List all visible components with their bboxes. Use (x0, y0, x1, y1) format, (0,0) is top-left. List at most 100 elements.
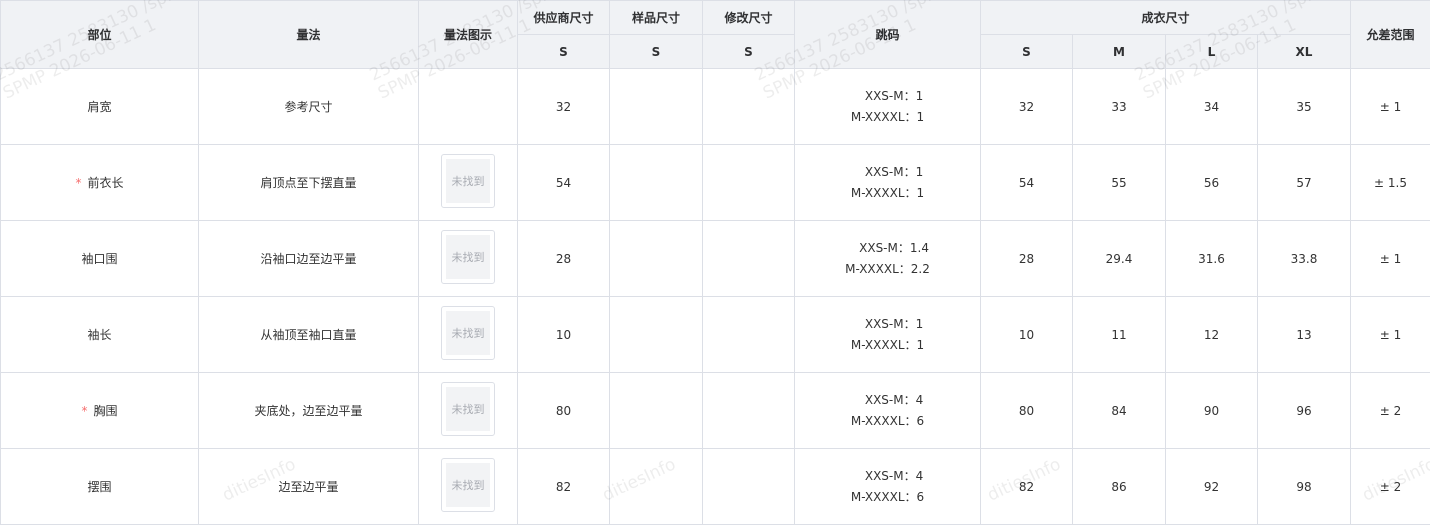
cell-modified-size (703, 145, 795, 221)
cell-size-xl: 96 (1258, 373, 1351, 449)
required-mark: * (81, 404, 87, 418)
cell-tolerance: ± 1 (1351, 221, 1430, 297)
col-diagram-header: 量法图示 (419, 1, 518, 69)
cell-size-xl: 98 (1258, 449, 1351, 525)
cell-tolerance: ± 1.5 (1351, 145, 1430, 221)
part-label: 前衣长 (87, 176, 123, 190)
cell-jump: XXS-M：4M-XXXXL：6 (795, 449, 981, 525)
table-row: 袖长从袖顶至袖口直量未找到10XXS-M：1M-XXXXL：110111213±… (1, 297, 1430, 373)
col-supplier-size-header: 供应商尺寸 (518, 1, 610, 35)
cell-diagram: 未找到 (419, 449, 518, 525)
jump-line-1: XXS-M：1 (851, 314, 924, 335)
table-row: 袖口围沿袖口边至边平量未找到28XXS-M：1.4M-XXXXL：2.22829… (1, 221, 1430, 297)
cell-tolerance: ± 1 (1351, 297, 1430, 373)
part-label: 胸围 (93, 404, 117, 418)
cell-size-m: 84 (1073, 373, 1166, 449)
cell-sample-size (610, 221, 703, 297)
garment-size-xl-header: XL (1258, 35, 1351, 69)
table-row: 肩宽参考尺寸32XXS-M：1M-XXXXL：132333435± 1 (1, 69, 1430, 145)
not-found-label: 未找到 (446, 387, 490, 431)
cell-diagram: 未找到 (419, 297, 518, 373)
cell-part: 肩宽 (1, 69, 199, 145)
cell-method: 夹底处，边至边平量 (199, 373, 419, 449)
cell-method: 边至边平量 (199, 449, 419, 525)
cell-supplier-size: 82 (518, 449, 610, 525)
table-row: *前衣长肩顶点至下摆直量未找到54XXS-M：1M-XXXXL：15455565… (1, 145, 1430, 221)
cell-method: 从袖顶至袖口直量 (199, 297, 419, 373)
cell-size-m: 29.4 (1073, 221, 1166, 297)
cell-size-s: 10 (981, 297, 1073, 373)
required-mark: * (75, 176, 81, 190)
jump-line-2: M-XXXXL：1 (851, 107, 924, 128)
cell-size-m: 55 (1073, 145, 1166, 221)
cell-diagram: 未找到 (419, 145, 518, 221)
cell-part: 袖口围 (1, 221, 199, 297)
cell-tolerance: ± 2 (1351, 449, 1430, 525)
diagram-thumbnail[interactable]: 未找到 (441, 230, 495, 284)
part-label: 摆围 (87, 480, 111, 494)
diagram-thumbnail[interactable]: 未找到 (441, 382, 495, 436)
col-modified-size-header: 修改尺寸 (703, 1, 795, 35)
cell-size-m: 86 (1073, 449, 1166, 525)
jump-line-1: XXS-M：1 (851, 86, 924, 107)
table-row: *胸围夹底处，边至边平量未找到80XXS-M：4M-XXXXL：68084909… (1, 373, 1430, 449)
cell-sample-size (610, 297, 703, 373)
cell-part: 袖长 (1, 297, 199, 373)
cell-size-xl: 57 (1258, 145, 1351, 221)
cell-size-m: 11 (1073, 297, 1166, 373)
diagram-thumbnail[interactable]: 未找到 (441, 306, 495, 360)
header-row-top: 部位 量法 量法图示 供应商尺寸 样品尺寸 修改尺寸 跳码 成衣尺寸 允差范围 (1, 1, 1430, 35)
jump-line-2: M-XXXXL：1 (851, 335, 924, 356)
cell-size-s: 80 (981, 373, 1073, 449)
cell-supplier-size: 28 (518, 221, 610, 297)
sample-size-s-header: S (610, 35, 703, 69)
cell-method: 参考尺寸 (199, 69, 419, 145)
cell-modified-size (703, 69, 795, 145)
cell-part: 摆围 (1, 449, 199, 525)
cell-sample-size (610, 145, 703, 221)
cell-jump: XXS-M：1M-XXXXL：1 (795, 69, 981, 145)
col-sample-size-header: 样品尺寸 (610, 1, 703, 35)
cell-supplier-size: 32 (518, 69, 610, 145)
cell-size-s: 32 (981, 69, 1073, 145)
cell-sample-size (610, 449, 703, 525)
jump-line-2: M-XXXXL：2.2 (845, 259, 930, 280)
garment-size-l-header: L (1166, 35, 1258, 69)
cell-size-s: 82 (981, 449, 1073, 525)
not-found-label: 未找到 (446, 159, 490, 203)
cell-size-xl: 33.8 (1258, 221, 1351, 297)
cell-diagram: 未找到 (419, 373, 518, 449)
cell-size-l: 31.6 (1166, 221, 1258, 297)
cell-sample-size (610, 69, 703, 145)
size-spec-table: 部位 量法 量法图示 供应商尺寸 样品尺寸 修改尺寸 跳码 成衣尺寸 允差范围 … (0, 0, 1430, 525)
diagram-thumbnail[interactable]: 未找到 (441, 458, 495, 512)
garment-size-s-header: S (981, 35, 1073, 69)
jump-line-2: M-XXXXL：1 (851, 183, 924, 204)
col-garment-size-header: 成衣尺寸 (981, 1, 1351, 35)
cell-size-m: 33 (1073, 69, 1166, 145)
col-tolerance-header: 允差范围 (1351, 1, 1430, 69)
not-found-label: 未找到 (446, 463, 490, 507)
cell-part: * 胸围 (1, 373, 199, 449)
cell-supplier-size: 54 (518, 145, 610, 221)
jump-line-1: XXS-M：4 (851, 466, 924, 487)
cell-size-l: 92 (1166, 449, 1258, 525)
modified-size-s-header: S (703, 35, 795, 69)
jump-line-1: XXS-M：1.4 (845, 238, 930, 259)
cell-method: 肩顶点至下摆直量 (199, 145, 419, 221)
jump-line-2: M-XXXXL：6 (851, 487, 924, 508)
not-found-label: 未找到 (446, 311, 490, 355)
jump-line-1: XXS-M：1 (851, 162, 924, 183)
cell-modified-size (703, 221, 795, 297)
cell-tolerance: ± 2 (1351, 373, 1430, 449)
col-part-header: 部位 (1, 1, 199, 69)
part-label: 袖长 (87, 328, 111, 342)
diagram-thumbnail[interactable]: 未找到 (441, 154, 495, 208)
cell-jump: XXS-M：1M-XXXXL：1 (795, 297, 981, 373)
cell-size-s: 28 (981, 221, 1073, 297)
table-row: 摆围边至边平量未找到82XXS-M：4M-XXXXL：682869298± 2 (1, 449, 1430, 525)
cell-modified-size (703, 449, 795, 525)
cell-size-xl: 13 (1258, 297, 1351, 373)
col-jump-header: 跳码 (795, 1, 981, 69)
supplier-size-s-header: S (518, 35, 610, 69)
